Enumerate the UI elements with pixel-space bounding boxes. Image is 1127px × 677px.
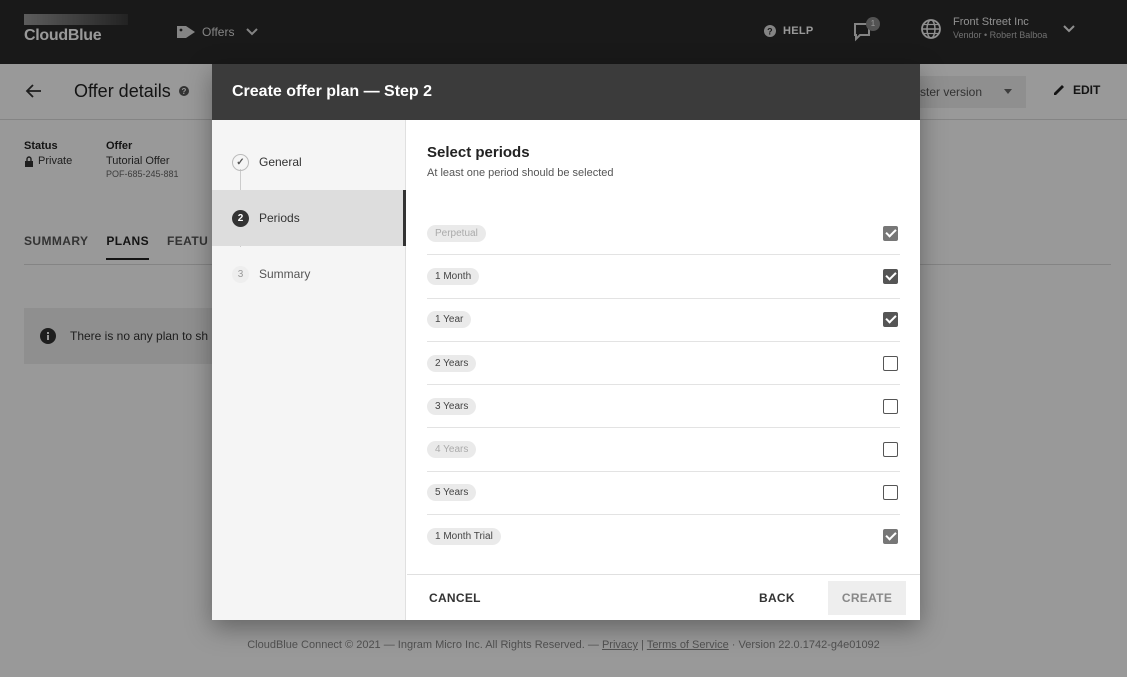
dialog-content: Select periods At least one period shoul… bbox=[407, 120, 920, 574]
step-label: General bbox=[259, 155, 302, 169]
period-row-1-year: 1 Year bbox=[427, 299, 900, 342]
period-chip: 1 Month bbox=[427, 267, 480, 285]
period-checkbox[interactable] bbox=[883, 529, 898, 545]
step-summary[interactable]: 3 Summary bbox=[212, 246, 406, 302]
period-row-perpetual: Perpetual bbox=[427, 212, 900, 256]
period-row-2-years: 2 Years bbox=[427, 342, 900, 386]
period-chip: 5 Years bbox=[427, 484, 477, 502]
step-general[interactable]: ✓ General bbox=[212, 134, 406, 190]
period-row-1-month: 1 Month bbox=[427, 255, 900, 299]
period-chip: 1 Month Trial bbox=[427, 528, 501, 546]
period-checkbox[interactable] bbox=[883, 268, 898, 284]
section-title: Select periods bbox=[427, 144, 530, 161]
period-checkbox[interactable] bbox=[883, 312, 898, 328]
period-checkbox[interactable] bbox=[883, 398, 898, 414]
step-label: Periods bbox=[259, 211, 300, 225]
period-row-1-month-trial: 1 Month Trial bbox=[427, 515, 900, 558]
period-row-4-years: 4 Years bbox=[427, 428, 900, 472]
dialog-actions: CANCEL BACK CREATE bbox=[407, 574, 920, 620]
step-number: 2 bbox=[232, 209, 249, 227]
period-chip: 3 Years bbox=[427, 397, 477, 415]
section-subtitle: At least one period should be selected bbox=[427, 167, 614, 179]
period-chip: 4 Years bbox=[427, 441, 477, 459]
period-chip: 2 Years bbox=[427, 354, 477, 372]
create-button[interactable]: CREATE bbox=[828, 581, 906, 615]
period-chip: Perpetual bbox=[427, 224, 486, 242]
period-row-5-years: 5 Years bbox=[427, 472, 900, 516]
step-label: Summary bbox=[259, 267, 311, 281]
period-row-3-years: 3 Years bbox=[427, 385, 900, 429]
step-periods[interactable]: 2 Periods bbox=[212, 190, 406, 246]
cancel-button[interactable]: CANCEL bbox=[417, 581, 493, 615]
wizard-stepper: ✓ General 2 Periods 3 Summary bbox=[212, 120, 406, 620]
period-checkbox[interactable] bbox=[883, 225, 898, 241]
period-chip: 1 Year bbox=[427, 311, 472, 329]
step-number: 3 bbox=[232, 265, 249, 283]
create-plan-dialog: Create offer plan — Step 2 ✓ General 2 P… bbox=[212, 64, 920, 620]
period-checkbox[interactable] bbox=[883, 355, 898, 371]
period-checkbox[interactable] bbox=[883, 485, 898, 501]
period-checkbox[interactable] bbox=[883, 442, 898, 458]
period-list: Perpetual 1 Month 1 Year 2 Years 3 Years… bbox=[427, 212, 900, 558]
back-button[interactable]: BACK bbox=[747, 581, 807, 615]
dialog-title: Create offer plan — Step 2 bbox=[212, 64, 920, 120]
check-icon: ✓ bbox=[232, 153, 249, 171]
